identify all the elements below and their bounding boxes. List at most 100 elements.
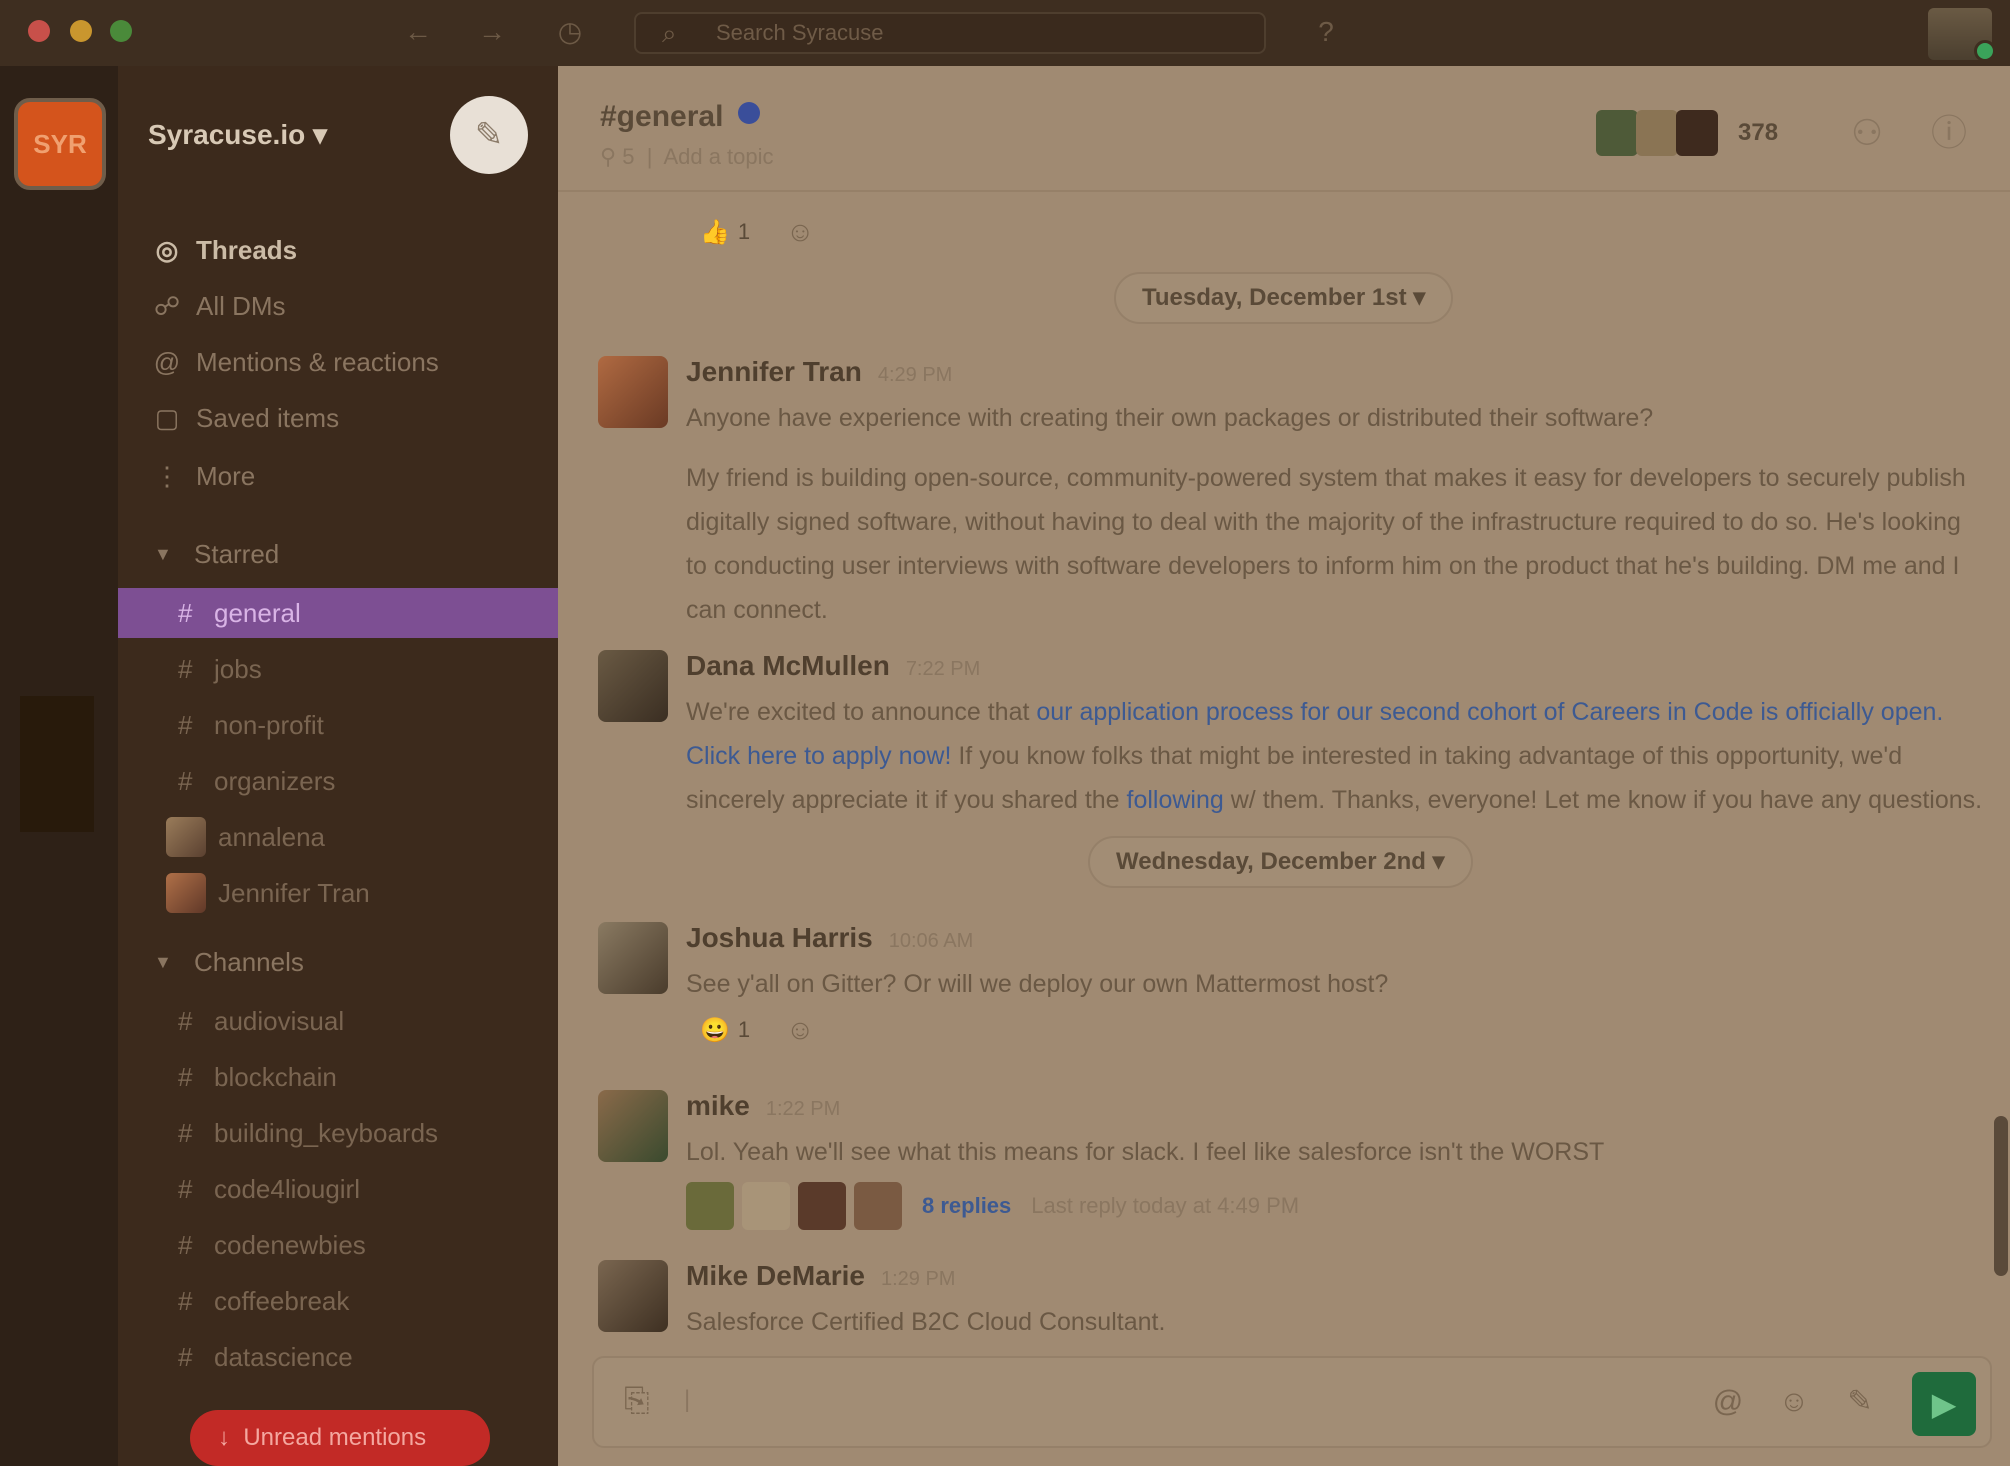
channel-label: codenewbies bbox=[214, 1229, 366, 1260]
compose-icon: ✎ bbox=[474, 116, 504, 154]
arrow-right-icon[interactable]: → bbox=[474, 14, 510, 50]
message-text: Anyone have experience with creating the… bbox=[686, 404, 1654, 432]
avatar bbox=[166, 873, 206, 913]
search-icon: ⌕ bbox=[662, 18, 677, 48]
sidebar-item-threads[interactable]: ◎ Threads bbox=[148, 230, 298, 270]
channel-audiovisual[interactable]: # audiovisual bbox=[118, 996, 558, 1046]
following-link[interactable]: following bbox=[1127, 786, 1224, 814]
info-circle-icon[interactable]: ⓘ bbox=[1924, 108, 1974, 158]
channel-jobs[interactable]: # jobs bbox=[118, 644, 558, 694]
sidebar-item-more[interactable]: ⋮ More bbox=[148, 456, 255, 496]
message-author[interactable]: Dana McMullen 7:22 PM bbox=[686, 650, 980, 682]
sidebar-item-label: Mentions & reactions bbox=[196, 346, 439, 377]
message-body: We're excited to announce that our appli… bbox=[686, 690, 1986, 838]
thumbs-up-icon: 👍 bbox=[700, 218, 730, 246]
team-initials: SYR bbox=[33, 129, 87, 159]
channel-label: building_keyboards bbox=[214, 1117, 439, 1148]
reaction-chip[interactable]: 😀 1 bbox=[686, 1010, 764, 1050]
reaction-count: 1 bbox=[737, 219, 751, 244]
emoji-icon[interactable]: ☺ bbox=[1772, 1380, 1816, 1424]
minimize-window-button[interactable] bbox=[70, 20, 92, 42]
message-author[interactable]: Mike DeMarie 1:29 PM bbox=[686, 1260, 955, 1292]
date-divider[interactable]: Tuesday, December 1st ▾ bbox=[1114, 272, 1454, 324]
channel-codenewbies[interactable]: # codenewbies bbox=[118, 1220, 558, 1270]
compose-button[interactable]: ✎ bbox=[450, 96, 528, 174]
channel-coffeebreak[interactable]: # coffeebreak bbox=[118, 1276, 558, 1326]
date-divider[interactable]: Wednesday, December 2nd ▾ bbox=[1088, 836, 1473, 888]
channel-non-profit[interactable]: # non-profit bbox=[118, 700, 558, 750]
thread-summary[interactable]: 8 replies Last reply today at 4:49 PM bbox=[686, 1182, 1299, 1230]
help-icon[interactable]: ? bbox=[1308, 14, 1344, 50]
hash-icon: # bbox=[178, 1061, 193, 1092]
team-button[interactable]: SYR bbox=[14, 98, 106, 190]
caret-down-icon: ▼ bbox=[154, 543, 172, 564]
channel-blockchain[interactable]: # blockchain bbox=[118, 1052, 558, 1102]
add-reaction-icon[interactable]: ☺ bbox=[778, 212, 822, 252]
sidebar-item-saved[interactable]: ▢ Saved items bbox=[148, 398, 339, 438]
avatar[interactable] bbox=[598, 922, 668, 994]
hash-icon: # bbox=[178, 1173, 193, 1204]
avatar[interactable] bbox=[598, 1260, 668, 1332]
sidebar-item-label: Saved items bbox=[196, 402, 340, 433]
channel-title[interactable]: #general bbox=[600, 100, 723, 134]
info-icon[interactable] bbox=[738, 102, 760, 124]
hash-icon: # bbox=[178, 597, 193, 628]
channel-code4liougirl[interactable]: # code4liougirl bbox=[118, 1164, 558, 1214]
message-input[interactable]: | bbox=[684, 1386, 690, 1414]
add-topic-link[interactable]: Add a topic bbox=[663, 144, 773, 169]
dm-annalena[interactable]: annalena bbox=[118, 812, 558, 862]
close-window-button[interactable] bbox=[28, 20, 50, 42]
avatar[interactable] bbox=[598, 1090, 668, 1162]
dm-label: Jennifer Tran bbox=[218, 877, 370, 908]
add-reaction-icon[interactable]: ☺ bbox=[778, 1010, 822, 1050]
section-starred[interactable]: ▼ Starred bbox=[154, 534, 279, 574]
author-name: Mike DeMarie bbox=[686, 1260, 865, 1291]
clock-icon[interactable]: ◷ bbox=[552, 14, 588, 50]
hash-icon: # bbox=[178, 653, 193, 684]
message-author[interactable]: Joshua Harris 10:06 AM bbox=[686, 922, 973, 954]
dm-jennifer-tran[interactable]: Jennifer Tran bbox=[118, 868, 558, 918]
channel-building-keyboards[interactable]: # building_keyboards bbox=[118, 1108, 558, 1158]
member-count: 378 bbox=[1738, 119, 1779, 146]
section-channels[interactable]: ▼ Channels bbox=[154, 942, 304, 982]
sidebar-item-label: More bbox=[196, 460, 256, 491]
reaction-chip[interactable]: 👍 1 bbox=[686, 212, 764, 252]
hash-icon: # bbox=[178, 1117, 193, 1148]
smile-emoji-icon: 😀 bbox=[700, 1016, 730, 1044]
channel-organizers[interactable]: # organizers bbox=[118, 756, 558, 806]
arrow-left-icon[interactable]: ← bbox=[400, 14, 436, 50]
message-author[interactable]: Jennifer Tran 4:29 PM bbox=[686, 356, 952, 388]
sidebar-item-all-dms[interactable]: ☍ All DMs bbox=[148, 286, 286, 326]
maximize-window-button[interactable] bbox=[110, 20, 132, 42]
avatar bbox=[854, 1182, 902, 1230]
avatar[interactable] bbox=[598, 650, 668, 722]
member-avatars[interactable]: 378 bbox=[1596, 110, 1778, 156]
at-icon: @ bbox=[153, 346, 181, 377]
unread-mentions-button[interactable]: ↓ Unread mentions bbox=[190, 1410, 490, 1466]
search-input[interactable]: ⌕ Search Syracuse bbox=[634, 12, 1266, 54]
message-time: 7:22 PM bbox=[905, 658, 981, 680]
team-rail: SYR bbox=[0, 66, 118, 1466]
attachment-icon[interactable]: ⎘ bbox=[624, 1382, 650, 1420]
members-meta: 5 bbox=[622, 144, 635, 169]
hash-icon: # bbox=[178, 1285, 193, 1316]
sidebar-item-label: Threads bbox=[196, 234, 298, 265]
formatting-icon[interactable]: ✎ bbox=[1838, 1380, 1882, 1424]
message-scrollbar[interactable] bbox=[1994, 1116, 2008, 1276]
at-mention-icon[interactable]: @ bbox=[1706, 1380, 1750, 1424]
reaction-row: 👍 1 ☺ bbox=[686, 212, 822, 252]
send-button[interactable]: ▶ bbox=[1912, 1372, 1976, 1436]
sidebar-item-mentions[interactable]: @ Mentions & reactions bbox=[148, 342, 439, 382]
add-member-icon[interactable]: ⚇ bbox=[1842, 108, 1892, 158]
avatar[interactable] bbox=[598, 356, 668, 428]
user-avatar[interactable] bbox=[1928, 8, 1996, 62]
hash-icon: # bbox=[178, 1229, 193, 1260]
channel-datascience[interactable]: # datascience bbox=[118, 1332, 558, 1382]
replies-link[interactable]: 8 replies bbox=[922, 1193, 1011, 1219]
message-text: See y'all on Gitter? Or will we deploy o… bbox=[686, 970, 1389, 998]
message-composer[interactable]: ⎘ | @ ☺ ✎ ▶ bbox=[592, 1356, 1992, 1448]
message-author[interactable]: mike 1:22 PM bbox=[686, 1090, 840, 1122]
channel-general[interactable]: # general bbox=[118, 588, 558, 638]
message-text: Salesforce Certified B2C Cloud Consultan… bbox=[686, 1308, 1166, 1336]
workspace-menu[interactable]: Syracuse.io ▾ bbox=[148, 118, 327, 151]
